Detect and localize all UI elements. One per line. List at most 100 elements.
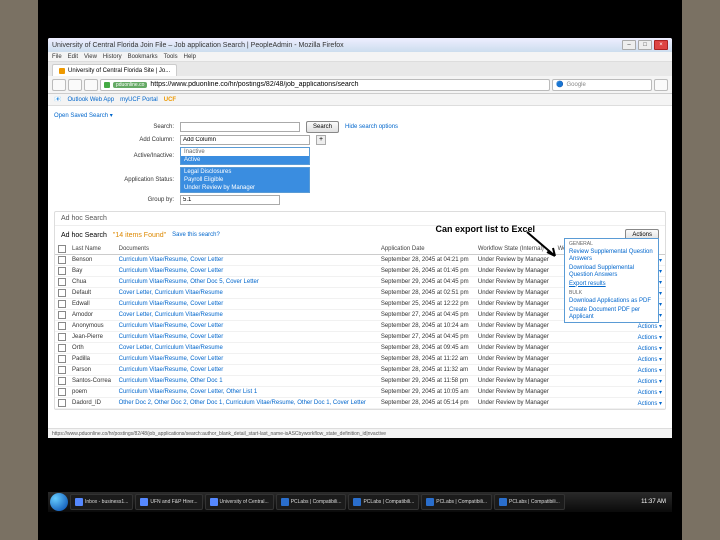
row-checkbox[interactable] <box>58 399 66 407</box>
cell-name[interactable]: Santos-Correa <box>69 376 116 387</box>
row-checkbox[interactable] <box>58 344 66 352</box>
cell-name[interactable]: Bay <box>69 266 116 277</box>
menu-file[interactable]: File <box>52 54 62 60</box>
menu-bookmarks[interactable]: Bookmarks <box>128 54 158 60</box>
cell-documents[interactable]: Other Doc 2, Other Doc 2, Other Doc 1, C… <box>116 398 378 409</box>
bookmark-myucf[interactable]: myUCF Portal <box>120 97 158 103</box>
cell-documents[interactable]: Curriculum Vitae/Resume, Other Doc 1 <box>116 376 378 387</box>
active-option[interactable]: Inactive <box>181 148 309 156</box>
address-bar[interactable]: pduonline.co https://www.pduonline.co/hr… <box>100 79 550 91</box>
add-column-input[interactable] <box>180 135 310 145</box>
menu-view[interactable]: View <box>84 54 97 60</box>
row-checkbox[interactable] <box>58 300 66 308</box>
cell-documents[interactable]: Curriculum Vitae/Resume, Cover Letter <box>116 321 378 332</box>
col-lastname[interactable]: Last Name <box>69 244 116 255</box>
app-status-select[interactable]: Legal Disclosures Payroll Eligible Under… <box>180 167 310 193</box>
menu-tools[interactable]: Tools <box>164 54 178 60</box>
search-input[interactable] <box>180 122 300 132</box>
cell-documents[interactable]: Curriculum Vitae/Resume, Cover Letter <box>116 266 378 277</box>
taskbar-item[interactable]: PCLabs | Compatibili... <box>421 494 492 510</box>
menu-edit[interactable]: Edit <box>68 54 78 60</box>
row-actions[interactable]: Actions ▾ <box>634 398 665 409</box>
browser-tab[interactable]: University of Central Florida Site | Jo.… <box>52 64 177 76</box>
taskbar-item[interactable]: PCLabs | Compatibili... <box>494 494 565 510</box>
cell-name[interactable]: Edwall <box>69 299 116 310</box>
search-button[interactable]: Search <box>306 121 339 133</box>
cell-documents[interactable]: Curriculum Vitae/Resume, Cover Letter <box>116 299 378 310</box>
row-checkbox[interactable] <box>58 388 66 396</box>
row-actions[interactable]: Actions ▾ <box>634 354 665 365</box>
menu-download-pdf[interactable]: Download Applications as PDF <box>565 297 658 306</box>
taskbar-item[interactable]: PCLabs | Compatibili... <box>276 494 347 510</box>
cell-name[interactable]: Orth <box>69 343 116 354</box>
cell-name[interactable]: Jean-Pierre <box>69 332 116 343</box>
status-option[interactable]: Under Review by Manager <box>181 184 309 192</box>
menu-review-answers[interactable]: Review Supplemental Question Answers <box>565 248 658 264</box>
row-checkbox[interactable] <box>58 355 66 363</box>
back-button[interactable] <box>52 79 66 91</box>
row-checkbox[interactable] <box>58 311 66 319</box>
cell-name[interactable]: Parson <box>69 365 116 376</box>
cell-name[interactable]: Anonymous <box>69 321 116 332</box>
reload-button[interactable] <box>84 79 98 91</box>
menu-help[interactable]: Help <box>184 54 196 60</box>
col-documents[interactable]: Documents <box>116 244 378 255</box>
row-checkbox[interactable] <box>58 256 66 264</box>
row-checkbox[interactable] <box>58 366 66 374</box>
row-checkbox[interactable] <box>58 267 66 275</box>
cell-documents[interactable]: Cover Letter, Curriculum Vitae/Resume <box>116 343 378 354</box>
cell-name[interactable]: Dadord_ID <box>69 398 116 409</box>
row-actions[interactable]: Actions ▾ <box>634 376 665 387</box>
row-actions[interactable]: Actions ▾ <box>634 365 665 376</box>
menu-create-doc-pdf[interactable]: Create Document PDF per Applicant <box>565 306 658 322</box>
active-select[interactable]: Inactive Active <box>180 147 310 165</box>
cell-documents[interactable]: Cover Letter, Curriculum Vitae/Resume <box>116 310 378 321</box>
status-option[interactable]: Legal Disclosures <box>181 168 309 176</box>
row-checkbox[interactable] <box>58 377 66 385</box>
taskbar-item[interactable]: PCLabs | Compatibili... <box>348 494 419 510</box>
col-date[interactable]: Application Date <box>378 244 475 255</box>
cell-documents[interactable]: Curriculum Vitae/Resume, Cover Letter <box>116 354 378 365</box>
cell-name[interactable]: Padilla <box>69 354 116 365</box>
taskbar-item[interactable]: Inbox - business1... <box>70 494 133 510</box>
save-search-link[interactable]: Save this search? <box>172 232 220 238</box>
taskbar-clock[interactable]: 11:37 AM <box>637 499 670 505</box>
cell-documents[interactable]: Curriculum Vitae/Resume, Cover Letter <box>116 255 378 266</box>
cell-documents[interactable]: Curriculum Vitae/Resume, Cover Letter, O… <box>116 387 378 398</box>
bookmark-outlook[interactable]: Outlook Web App <box>67 97 114 103</box>
close-button[interactable]: × <box>654 40 668 50</box>
select-all-checkbox[interactable] <box>58 245 66 253</box>
cell-name[interactable]: poem <box>69 387 116 398</box>
row-actions[interactable]: Actions ▾ <box>634 332 665 343</box>
menu-export-results[interactable]: Export results <box>565 280 658 289</box>
cell-name[interactable]: Chua <box>69 277 116 288</box>
group-by-input[interactable] <box>180 195 280 205</box>
active-option-selected[interactable]: Active <box>181 156 309 164</box>
row-checkbox[interactable] <box>58 333 66 341</box>
cell-name[interactable]: Amodor <box>69 310 116 321</box>
cell-documents[interactable]: Cover Letter, Curriculum Vitae/Resume <box>116 288 378 299</box>
taskbar-item[interactable]: UFN and F&P Hirer... <box>135 494 202 510</box>
status-option[interactable]: Payroll Eligible <box>181 176 309 184</box>
menu-download-answers[interactable]: Download Supplemental Question Answers <box>565 264 658 280</box>
browser-search[interactable]: 🔵 Google <box>552 79 652 91</box>
bookmark-ucf[interactable]: UCF <box>164 97 176 103</box>
maximize-button[interactable]: □ <box>638 40 652 50</box>
forward-button[interactable] <box>68 79 82 91</box>
hide-options-link[interactable]: Hide search options <box>345 124 398 130</box>
cell-documents[interactable]: Curriculum Vitae/Resume, Other Doc 5, Co… <box>116 277 378 288</box>
saved-search-dropdown[interactable]: Open Saved Search ▾ <box>54 112 113 119</box>
menu-history[interactable]: History <box>103 54 122 60</box>
col-workflow[interactable]: Workflow State (Internal) <box>475 244 555 255</box>
add-column-plus[interactable]: + <box>316 135 326 145</box>
cell-documents[interactable]: Curriculum Vitae/Resume, Cover Letter <box>116 365 378 376</box>
row-checkbox[interactable] <box>58 289 66 297</box>
row-checkbox[interactable] <box>58 278 66 286</box>
home-button[interactable] <box>654 79 668 91</box>
row-actions[interactable]: Actions ▾ <box>634 343 665 354</box>
cell-name[interactable]: Benson <box>69 255 116 266</box>
row-checkbox[interactable] <box>58 322 66 330</box>
start-button[interactable] <box>50 493 68 511</box>
cell-name[interactable]: Default <box>69 288 116 299</box>
cell-documents[interactable]: Curriculum Vitae/Resume, Cover Letter <box>116 332 378 343</box>
